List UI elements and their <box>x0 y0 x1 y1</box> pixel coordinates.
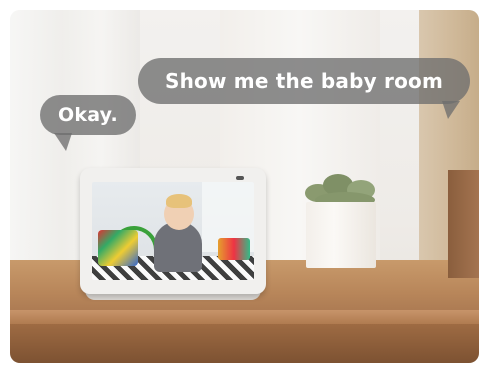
baby-camera-feed <box>92 182 254 280</box>
reply-speech-bubble: Okay. <box>40 95 136 151</box>
picture-frame <box>448 170 479 278</box>
table-front <box>10 324 479 363</box>
toy-blocks <box>98 230 138 266</box>
product-photo: Show me the baby room Okay. <box>10 10 479 363</box>
smart-display <box>80 168 266 294</box>
command-text: Show me the baby room <box>164 69 444 93</box>
toy-xylophone <box>218 238 250 260</box>
table-edge <box>10 310 479 324</box>
command-speech-bubble: Show me the baby room <box>138 58 470 119</box>
reply-text: Okay. <box>58 104 118 126</box>
white-planter <box>306 202 376 268</box>
camera-icon <box>236 176 244 180</box>
baby-hair <box>166 194 192 208</box>
